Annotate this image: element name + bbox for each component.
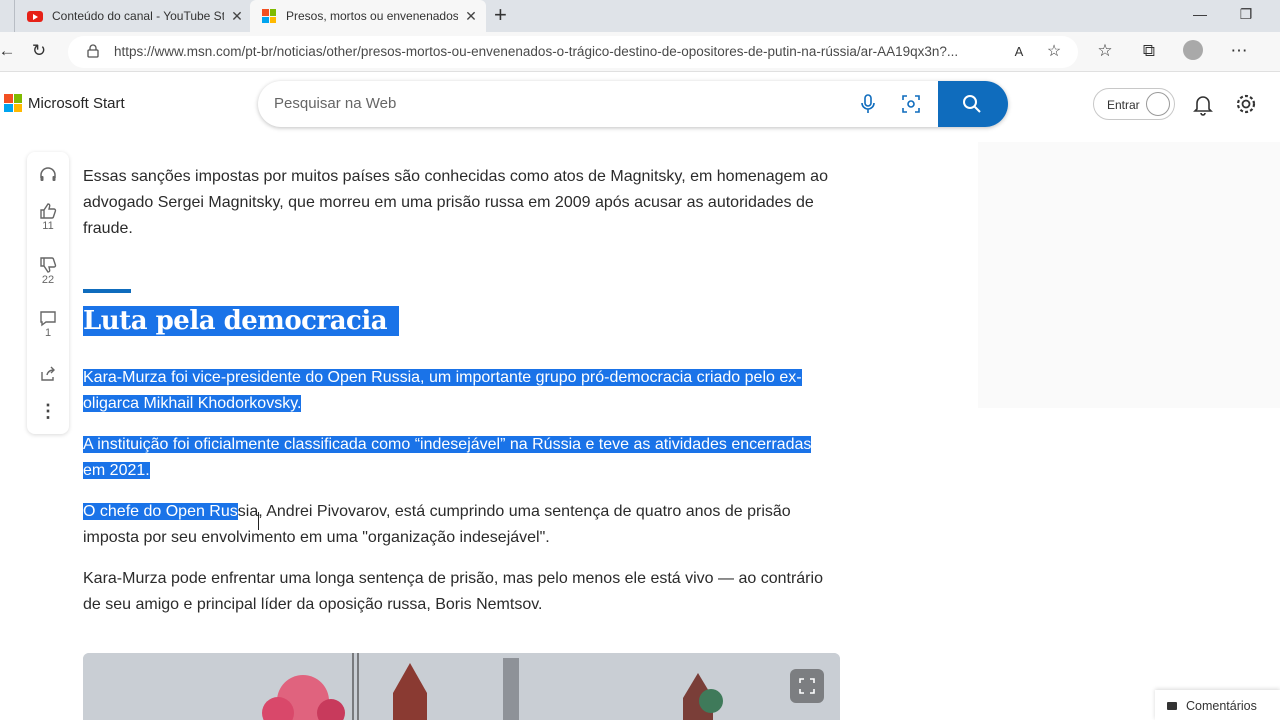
msn-header: Microsoft Start Pesquisar na Web Entrar <box>0 72 1280 142</box>
share-button[interactable] <box>27 366 69 382</box>
section-heading: Luta pela democracia <box>83 302 400 340</box>
read-aloud-icon[interactable]: A <box>1008 41 1030 63</box>
microphone-icon[interactable] <box>860 94 876 114</box>
address-bar[interactable]: https://www.msn.com/pt-br/noticias/other… <box>68 36 1078 68</box>
refresh-icon[interactable]: ↻ <box>28 40 50 62</box>
listen-button[interactable] <box>27 166 69 182</box>
microsoft-start-logo[interactable]: Microsoft Start <box>4 94 125 112</box>
tab-youtube-studio[interactable]: Conteúdo do canal - YouTube Studio ✕ <box>14 0 252 32</box>
like-button[interactable]: 11 <box>27 202 69 232</box>
paragraph-text: sia, Andrei Pivovarov, está cumprindo um… <box>237 503 791 520</box>
comment-count: 1 <box>44 327 52 339</box>
address-toolbar: ← ↻ https://www.msn.com/pt-br/noticias/o… <box>0 32 1280 72</box>
notifications-bell-icon[interactable] <box>1193 94 1213 116</box>
dislike-count: 22 <box>41 274 55 286</box>
more-menu-icon[interactable]: ⋯ <box>1228 40 1250 62</box>
section-accent-line <box>83 289 131 293</box>
paragraph-pivovarov: O chefe do Open Russia, Andrei Pivovarov… <box>83 499 843 551</box>
selected-text: oligarca Mikhail Khodorkovsky. <box>83 395 302 412</box>
expand-image-button[interactable] <box>790 669 824 703</box>
section-heading-text: Luta pela democracia <box>83 306 400 336</box>
brand-name: Microsoft Start <box>28 94 125 112</box>
browser-tab-bar: Conteúdo do canal - YouTube Studio ✕ Pre… <box>0 0 1280 32</box>
close-tab-icon[interactable]: ✕ <box>464 9 478 23</box>
comments-label: Comentários <box>1186 699 1257 713</box>
settings-gear-icon[interactable] <box>1235 93 1257 115</box>
thumbs-up-icon <box>40 203 57 219</box>
kremlin-photo <box>83 653 840 720</box>
article-image[interactable] <box>83 653 840 720</box>
restore-icon[interactable]: ❐ <box>1236 6 1256 23</box>
sign-in-button[interactable]: Entrar <box>1093 88 1175 120</box>
web-search-box[interactable]: Pesquisar na Web <box>258 81 1008 127</box>
tab-title: Presos, mortos ou envenenados: o trágico… <box>286 9 458 23</box>
tab-msn-article[interactable]: Presos, mortos ou envenenados: o trágico… <box>250 0 486 32</box>
microsoft-logo-icon <box>262 9 276 23</box>
comment-icon <box>1167 702 1177 710</box>
url-text[interactable]: https://www.msn.com/pt-br/noticias/other… <box>114 44 1014 59</box>
comment-button[interactable]: 1 <box>27 310 69 339</box>
paragraph-kara-murza-open-russia: Kara-Murza foi vice-presidente do Open R… <box>83 365 843 417</box>
search-icon <box>963 95 981 113</box>
selected-text: em 2021. <box>83 462 150 479</box>
article-action-rail: 11 22 1 ⋮ <box>27 152 69 434</box>
new-tab-icon[interactable]: + <box>494 4 514 26</box>
dislike-button[interactable]: 22 <box>27 256 69 286</box>
back-icon[interactable]: ← <box>0 40 18 62</box>
paragraph-nemtsov: Kara-Murza pode enfrentar uma longa sent… <box>83 570 823 613</box>
paragraph-indesejavel: A instituição foi oficialmente classific… <box>83 432 843 484</box>
selected-text: Kara-Murza foi vice-presidente do Open R… <box>83 369 802 386</box>
headphones-icon <box>40 167 56 181</box>
more-options-icon[interactable]: ⋮ <box>27 402 69 420</box>
favorites-icon[interactable]: ☆ <box>1094 40 1116 62</box>
search-button[interactable] <box>938 81 1008 127</box>
minimize-icon[interactable]: — <box>1190 6 1210 22</box>
visual-search-icon[interactable] <box>901 94 921 114</box>
microsoft-logo-icon <box>4 94 22 112</box>
collections-icon[interactable]: ⧉ <box>1138 40 1160 62</box>
tab-title: Conteúdo do canal - YouTube Studio <box>52 9 224 23</box>
paragraph-magnitsky: Essas sanções impostas por muitos países… <box>83 168 828 237</box>
share-icon <box>41 366 55 381</box>
user-icon <box>1146 92 1170 116</box>
selected-text: A instituição foi oficialmente classific… <box>83 436 812 453</box>
text-cursor <box>258 512 259 530</box>
lock-icon[interactable] <box>86 44 100 58</box>
youtube-icon <box>27 10 43 22</box>
comment-icon <box>40 311 56 327</box>
comments-button[interactable]: Comentários <box>1155 690 1280 720</box>
right-side-panel <box>978 142 1280 408</box>
selected-text: O chefe do Open Rus <box>83 503 238 520</box>
expand-icon <box>799 678 815 694</box>
profile-avatar[interactable] <box>1182 40 1204 62</box>
close-tab-icon[interactable]: ✕ <box>230 9 244 23</box>
like-count: 11 <box>42 220 54 232</box>
add-favorite-icon[interactable]: ☆ <box>1043 41 1065 63</box>
search-input[interactable]: Pesquisar na Web <box>274 95 396 112</box>
sign-in-label: Entrar <box>1107 98 1140 112</box>
paragraph-text: imposta por seu envolvimento em uma "org… <box>83 529 550 546</box>
thumbs-down-icon <box>40 257 57 273</box>
